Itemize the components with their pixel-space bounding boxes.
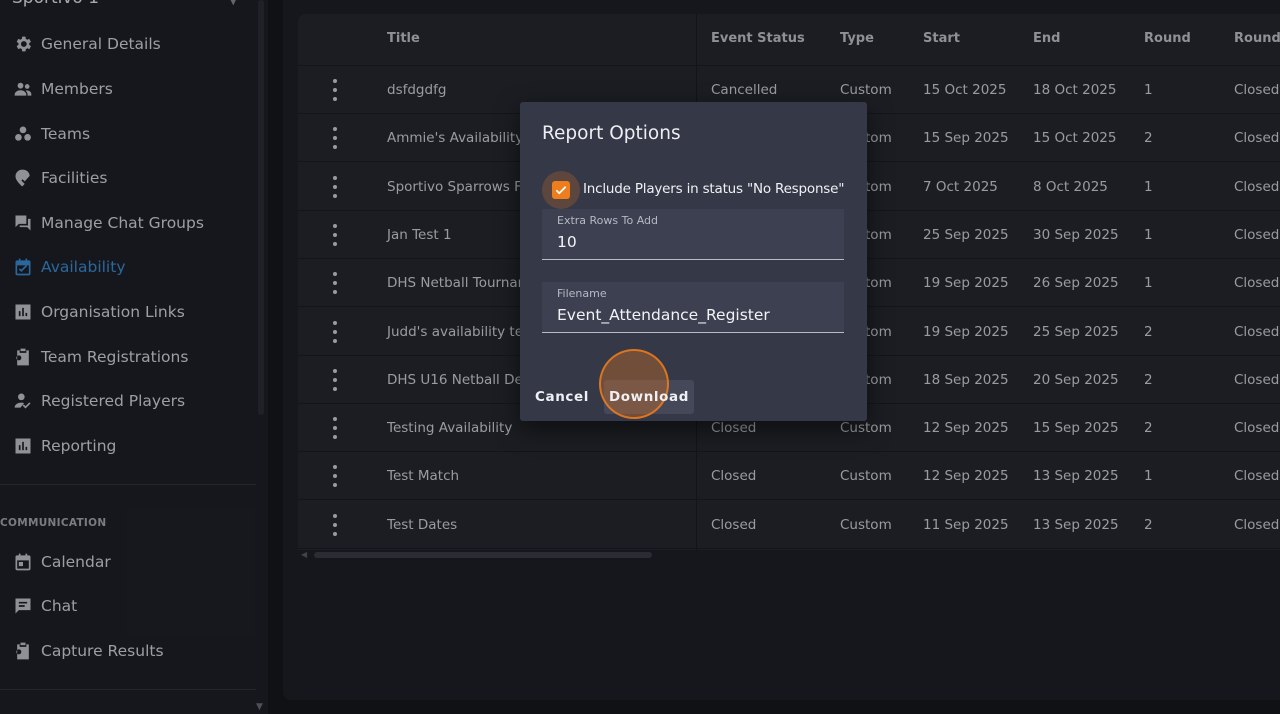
filename-field[interactable]: Filename Event_Attendance_Register (542, 282, 844, 333)
filename-value[interactable]: Event_Attendance_Register (557, 306, 770, 324)
extra-rows-label: Extra Rows To Add (557, 214, 659, 227)
download-button-label: Download (608, 389, 690, 405)
filename-label: Filename (557, 287, 607, 300)
include-no-response-label[interactable]: Include Players in status "No Response" (583, 181, 844, 197)
extra-rows-field[interactable]: Extra Rows To Add 10 (542, 209, 844, 260)
report-options-dialog: Report Options Include Players in status… (520, 102, 867, 421)
extra-rows-value[interactable]: 10 (557, 233, 577, 251)
include-no-response-checkbox[interactable] (552, 181, 570, 199)
cancel-button[interactable]: Cancel (532, 380, 592, 414)
check-icon (555, 186, 567, 195)
click-indicator (599, 349, 669, 419)
dialog-title: Report Options (542, 123, 681, 144)
